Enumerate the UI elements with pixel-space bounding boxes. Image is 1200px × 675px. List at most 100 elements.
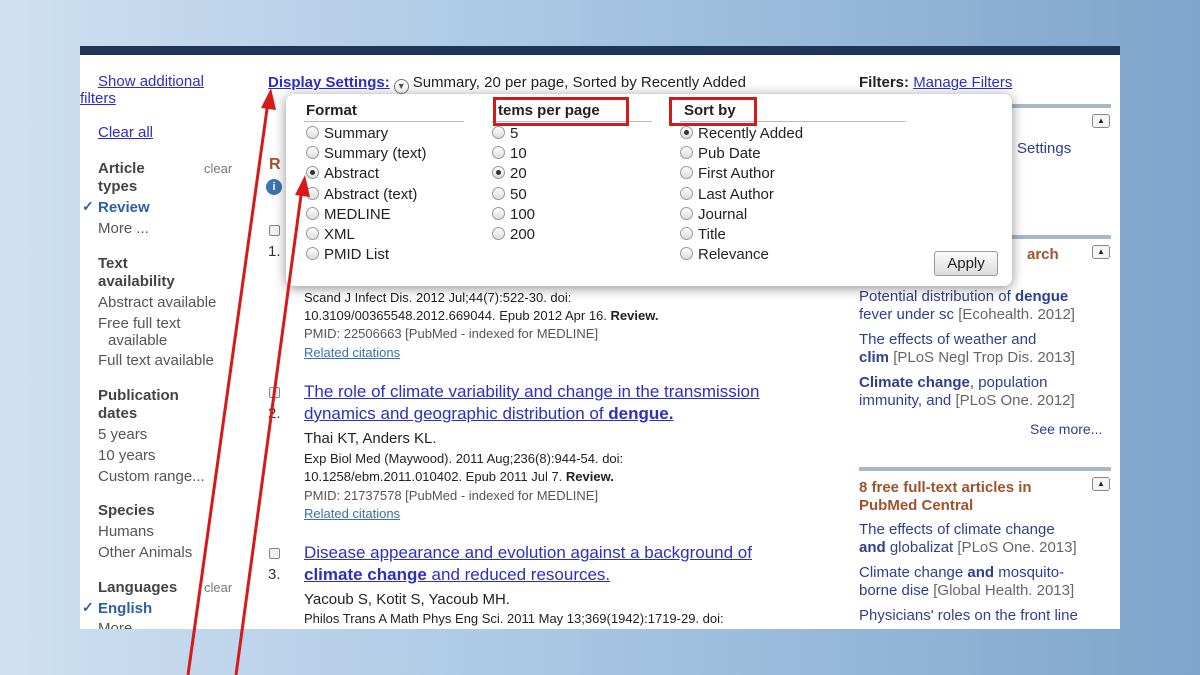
- radio-icon[interactable]: [492, 207, 505, 220]
- display-settings-link[interactable]: Display Settings:: [268, 74, 390, 91]
- items-option-200[interactable]: 200: [492, 226, 535, 244]
- related-citations-link[interactable]: Related citations: [304, 506, 400, 521]
- format-option-medline[interactable]: MEDLINE: [306, 206, 391, 224]
- format-option-pmid-list[interactable]: PMID List: [306, 246, 389, 264]
- radio-icon[interactable]: [492, 227, 505, 240]
- radio-icon[interactable]: [306, 227, 319, 240]
- radio-icon[interactable]: [680, 146, 693, 159]
- items-option-20[interactable]: 20: [492, 165, 527, 183]
- info-icon[interactable]: i: [266, 179, 282, 195]
- related-article[interactable]: Potential distribution of dengue fever u…: [859, 288, 1111, 324]
- filter-english[interactable]: English: [98, 600, 152, 617]
- items-option-10[interactable]: 10: [492, 145, 527, 163]
- radio-icon[interactable]: [680, 247, 693, 260]
- show-additional-filters-link[interactable]: Show additional: [98, 73, 238, 90]
- title-line[interactable]: The role of climate variability and chan…: [304, 382, 759, 401]
- article-title[interactable]: The effects of weather and: [859, 331, 1036, 348]
- items-option-50[interactable]: 50: [492, 186, 527, 204]
- filter-review[interactable]: Review: [98, 199, 150, 216]
- sort-option-first-author[interactable]: First Author: [680, 165, 775, 183]
- radio-selected-icon[interactable]: [306, 166, 319, 179]
- clear-all-link[interactable]: Clear all: [98, 124, 153, 141]
- format-option-summary[interactable]: Summary: [306, 125, 388, 143]
- filter-5-years[interactable]: 5 years: [98, 426, 147, 443]
- format-option-abstract-text[interactable]: Abstract (text): [306, 186, 417, 204]
- filter-10-years[interactable]: 10 years: [98, 447, 156, 464]
- related-article[interactable]: The effects of weather and clim [PLoS Ne…: [859, 331, 1111, 367]
- title-keyword[interactable]: climate change: [304, 565, 427, 584]
- chevron-down-icon[interactable]: ▼: [393, 79, 409, 94]
- result-checkbox[interactable]: [269, 387, 280, 398]
- article-types-clear-link[interactable]: clear: [204, 161, 232, 176]
- format-option-xml[interactable]: XML: [306, 226, 355, 244]
- apply-button[interactable]: Apply: [934, 251, 998, 276]
- title-line[interactable]: dynamics and geographic distribution of: [304, 404, 608, 423]
- result-checkbox[interactable]: [269, 225, 280, 236]
- article-keyword[interactable]: dengue: [1015, 288, 1068, 305]
- article-keyword[interactable]: Climate change: [859, 374, 970, 391]
- pmc-article[interactable]: The effects of climate change and global…: [859, 521, 1111, 557]
- article-keyword[interactable]: and: [967, 564, 994, 581]
- pmc-article[interactable]: Climate change and mosquito- borne dise …: [859, 564, 1111, 600]
- languages-clear-link[interactable]: clear: [204, 580, 232, 595]
- article-title[interactable]: Climate change: [859, 564, 967, 581]
- article-title[interactable]: mosquito-: [994, 564, 1064, 581]
- sort-option-recently-added[interactable]: Recently Added: [680, 125, 803, 143]
- radio-icon[interactable]: [306, 126, 319, 139]
- filter-custom-range[interactable]: Custom range...: [98, 468, 205, 485]
- manage-filters-link[interactable]: Manage Filters: [913, 74, 1012, 91]
- radio-icon[interactable]: [306, 146, 319, 159]
- filter-full-text-available[interactable]: Full text available: [98, 352, 214, 369]
- show-additional-filters-link-2[interactable]: filters: [80, 90, 116, 107]
- collapse-icon[interactable]: ▲: [1092, 245, 1110, 259]
- radio-icon[interactable]: [680, 166, 693, 179]
- filter-free-full-text[interactable]: Free full text: [98, 315, 181, 332]
- article-keyword[interactable]: clim: [859, 349, 889, 366]
- article-title[interactable]: globalizat: [886, 539, 953, 556]
- sort-option-last-author[interactable]: Last Author: [680, 186, 774, 204]
- collapse-icon[interactable]: ▲: [1092, 477, 1110, 491]
- radio-icon[interactable]: [492, 126, 505, 139]
- filter-free-full-text-2[interactable]: available: [108, 332, 167, 349]
- article-title[interactable]: Physicians' roles on the front line: [859, 607, 1078, 624]
- title-line[interactable]: and reduced resources.: [427, 565, 611, 584]
- article-title[interactable]: immunity, and: [859, 392, 951, 409]
- radio-selected-icon[interactable]: [680, 126, 693, 139]
- see-more-link[interactable]: See more...: [1030, 421, 1102, 437]
- pmc-article[interactable]: Physicians' roles on the front line: [859, 607, 1111, 625]
- result-title-link[interactable]: Disease appearance and evolution against…: [304, 542, 824, 586]
- sort-option-title[interactable]: Title: [680, 226, 726, 244]
- sort-option-relevance[interactable]: Relevance: [680, 246, 769, 264]
- article-title[interactable]: Potential distribution of: [859, 288, 1015, 305]
- format-option-summary-text[interactable]: Summary (text): [306, 145, 427, 163]
- title-keyword[interactable]: dengue.: [608, 404, 673, 423]
- related-citations-link[interactable]: Related citations: [304, 345, 400, 360]
- result-title-link[interactable]: The role of climate variability and chan…: [304, 381, 824, 425]
- languages-more[interactable]: More: [98, 620, 132, 629]
- filter-other-animals[interactable]: Other Animals: [98, 544, 192, 561]
- radio-icon[interactable]: [680, 227, 693, 240]
- radio-icon[interactable]: [492, 187, 505, 200]
- collapse-icon[interactable]: ▲: [1092, 114, 1110, 128]
- radio-icon[interactable]: [306, 187, 319, 200]
- sort-option-pub-date[interactable]: Pub Date: [680, 145, 761, 163]
- title-line[interactable]: Disease appearance and evolution against…: [304, 543, 752, 562]
- article-title[interactable]: borne dise: [859, 582, 929, 599]
- article-title[interactable]: fever under sc: [859, 306, 954, 323]
- filter-humans[interactable]: Humans: [98, 523, 154, 540]
- radio-icon[interactable]: [306, 207, 319, 220]
- article-title[interactable]: The effects of climate change: [859, 521, 1055, 538]
- format-option-abstract[interactable]: Abstract: [306, 165, 379, 183]
- radio-icon[interactable]: [680, 187, 693, 200]
- sort-option-journal[interactable]: Journal: [680, 206, 747, 224]
- radio-selected-icon[interactable]: [492, 166, 505, 179]
- related-article[interactable]: Climate change, population immunity, and…: [859, 374, 1111, 410]
- radio-icon[interactable]: [680, 207, 693, 220]
- items-option-100[interactable]: 100: [492, 206, 535, 224]
- items-option-5[interactable]: 5: [492, 125, 518, 143]
- result-checkbox[interactable]: [269, 548, 280, 559]
- article-title[interactable]: , population: [970, 374, 1048, 391]
- radio-icon[interactable]: [306, 247, 319, 260]
- filter-abstract-available[interactable]: Abstract available: [98, 294, 216, 311]
- radio-icon[interactable]: [492, 146, 505, 159]
